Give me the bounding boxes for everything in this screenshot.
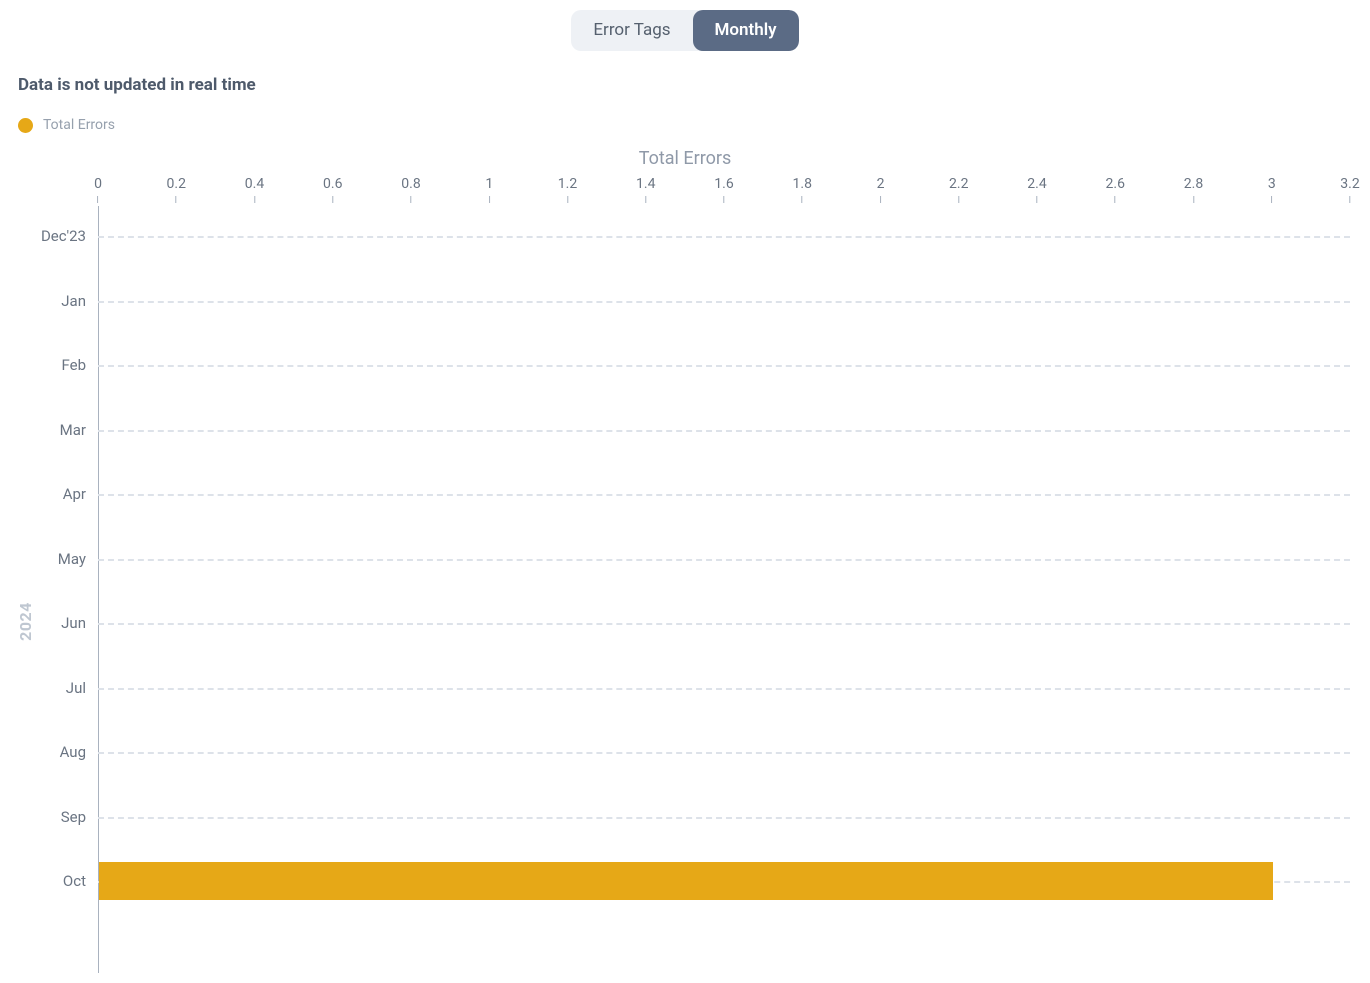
bar[interactable] — [99, 862, 1273, 900]
x-tick: 2.6 — [1106, 176, 1125, 203]
tab-group: Error Tags Monthly — [571, 10, 798, 51]
x-tick: 2 — [877, 176, 885, 203]
gridline — [98, 559, 1350, 561]
gridline — [98, 365, 1350, 367]
gridline — [98, 752, 1350, 754]
tab-error-tags[interactable]: Error Tags — [571, 10, 692, 51]
y-tick-label: Jun — [61, 614, 98, 632]
x-tick: 1.2 — [558, 176, 577, 203]
gridline — [98, 430, 1350, 432]
legend-swatch-icon — [18, 118, 33, 133]
gridline — [98, 236, 1350, 238]
y-tick-label: Jul — [66, 679, 98, 697]
x-tick: 2.8 — [1184, 176, 1203, 203]
x-tick: 1.4 — [636, 176, 655, 203]
x-tick: 0.2 — [167, 176, 186, 203]
y-tick-label: Oct — [63, 872, 98, 890]
chart-legend: Total Errors — [0, 95, 1370, 133]
x-axis-ticks: 00.20.40.60.811.21.41.61.822.22.42.62.83… — [98, 176, 1350, 206]
y-tick-label: Dec'23 — [41, 227, 98, 245]
y-tick-label: Aug — [60, 743, 98, 761]
gridline — [98, 688, 1350, 690]
x-tick: 0 — [94, 176, 102, 203]
plot-area: Dec'23JanFebMarAprMayJunJulAugSepOct — [98, 206, 1350, 973]
x-tick: 3 — [1268, 176, 1276, 203]
y-tick-label: Jan — [61, 292, 98, 310]
y-tick-label: May — [58, 550, 98, 568]
y-axis-title: 2024 — [16, 602, 35, 641]
x-tick: 0.8 — [401, 176, 420, 203]
x-tick: 2.4 — [1027, 176, 1046, 203]
y-tick-label: Feb — [61, 356, 98, 374]
x-tick: 0.6 — [323, 176, 342, 203]
y-tick-label: Apr — [63, 485, 98, 503]
view-tabs: Error Tags Monthly — [0, 0, 1370, 51]
chart: Total Errors 2024 0 0.2 0.4 0.6 0.8 1 1.2 1.4 1.… — [0, 148, 1370, 983]
update-note: Data is not updated in real time — [0, 51, 1370, 95]
y-tick-label: Mar — [60, 421, 98, 439]
x-tick: 1.8 — [793, 176, 812, 203]
x-tick: 2.2 — [949, 176, 968, 203]
x-tick: 1 — [485, 176, 493, 203]
x-tick: 3.2 — [1340, 176, 1359, 203]
gridline — [98, 817, 1350, 819]
gridline — [98, 623, 1350, 625]
x-axis-title: Total Errors — [0, 148, 1370, 169]
y-axis-line — [98, 206, 99, 973]
tab-monthly[interactable]: Monthly — [693, 10, 799, 51]
gridline — [98, 494, 1350, 496]
x-tick: 1.6 — [714, 176, 733, 203]
legend-label: Total Errors — [43, 117, 115, 133]
gridline — [98, 301, 1350, 303]
y-tick-label: Sep — [61, 808, 98, 826]
x-tick: 0.4 — [245, 176, 264, 203]
